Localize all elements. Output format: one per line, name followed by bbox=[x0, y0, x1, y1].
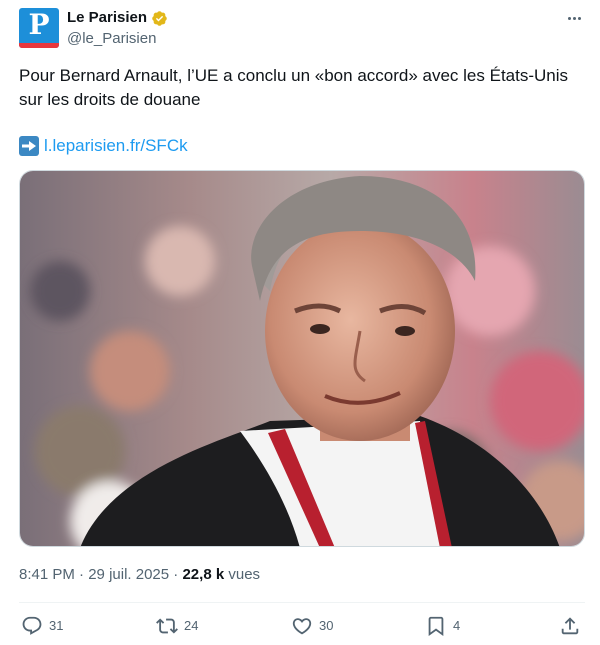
right-arrow-emoji-icon bbox=[19, 136, 39, 156]
more-dot bbox=[577, 16, 581, 20]
like-button[interactable]: 30 bbox=[291, 614, 333, 638]
link-row: l.leparisien.fr/SFCk bbox=[19, 135, 188, 157]
more-dot bbox=[572, 16, 576, 20]
views-count: 22,8 k bbox=[182, 566, 225, 583]
avatar[interactable]: P bbox=[19, 8, 59, 48]
avatar-letter: P bbox=[28, 8, 50, 41]
tweet-text: Pour Bernard Arnault, l’UE a conclu un «… bbox=[19, 66, 569, 109]
repost-icon bbox=[156, 618, 178, 634]
heart-icon bbox=[292, 618, 312, 635]
name-row: Le Parisien bbox=[67, 9, 168, 27]
display-name[interactable]: Le Parisien bbox=[67, 9, 147, 27]
more-dot bbox=[567, 16, 571, 20]
divider bbox=[19, 602, 585, 603]
share-button[interactable] bbox=[559, 614, 581, 638]
bookmark-icon bbox=[428, 616, 444, 637]
article-link[interactable]: l.leparisien.fr/SFCk bbox=[44, 135, 188, 157]
photo-illustration bbox=[20, 171, 584, 546]
tweet-card[interactable]: P Le Parisien @le_Parisien Pour Bernard … bbox=[0, 0, 600, 645]
reply-count: 31 bbox=[49, 618, 64, 633]
account-handle[interactable]: @le_Parisien bbox=[67, 30, 156, 48]
tweet-meta: 8:41 PM · 29 juil. 2025 · 22,8 k vues bbox=[19, 566, 260, 584]
tweet-photo[interactable] bbox=[19, 170, 585, 547]
share-icon bbox=[561, 617, 579, 635]
tweet-time[interactable]: 8:41 PM bbox=[19, 566, 75, 583]
repost-count: 24 bbox=[184, 618, 199, 633]
reply-icon bbox=[22, 616, 42, 635]
tweet-date[interactable]: 29 juil. 2025 bbox=[88, 566, 169, 583]
repost-button[interactable]: 24 bbox=[156, 614, 198, 638]
like-count: 30 bbox=[319, 618, 334, 633]
gold-verified-icon bbox=[152, 10, 167, 26]
meta-separator: · bbox=[169, 566, 183, 583]
reply-button[interactable]: 31 bbox=[21, 614, 63, 638]
bookmark-count: 4 bbox=[453, 618, 461, 633]
more-options-icon[interactable] bbox=[562, 8, 586, 28]
meta-separator: · bbox=[74, 566, 89, 583]
avatar-stripe bbox=[19, 43, 59, 48]
action-bar: 31 24 30 4 bbox=[19, 614, 585, 638]
views-label: vues bbox=[224, 566, 261, 583]
bookmark-button[interactable]: 4 bbox=[425, 614, 460, 638]
